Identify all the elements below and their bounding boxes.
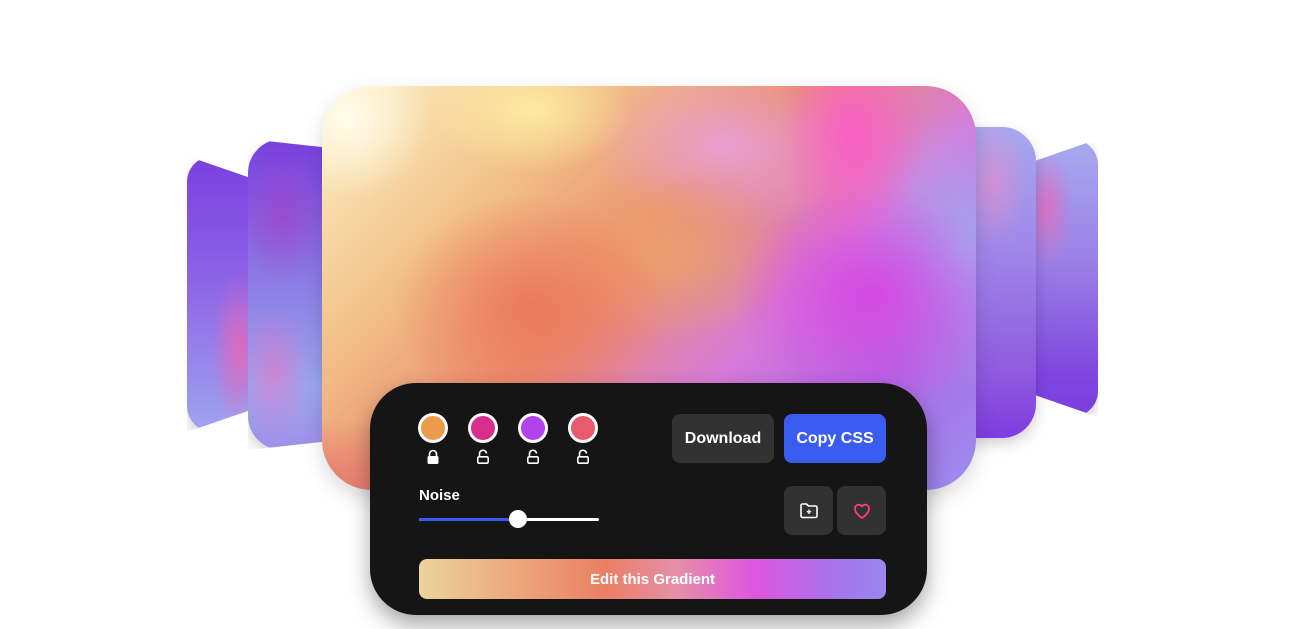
color-swatch[interactable] <box>568 413 598 443</box>
color-swatch[interactable] <box>518 413 548 443</box>
favorite-button[interactable] <box>837 486 886 535</box>
lock-open-icon[interactable] <box>475 449 491 465</box>
swatch-item <box>468 413 498 465</box>
lock-closed-icon[interactable] <box>425 449 441 465</box>
swatch-item <box>418 413 448 465</box>
lock-open-icon[interactable] <box>575 449 591 465</box>
swatch-item <box>568 413 598 465</box>
folder-plus-icon <box>799 502 818 518</box>
gradient-card-left-far[interactable] <box>187 156 251 432</box>
lock-open-icon[interactable] <box>525 449 541 465</box>
noise-slider-fill <box>419 518 518 521</box>
noise-slider[interactable] <box>419 509 599 529</box>
noise-slider-thumb[interactable] <box>509 510 527 528</box>
gradient-gallery: Download Copy CSS Noise Edit this Gradie… <box>0 0 1296 629</box>
copy-css-button[interactable]: Copy CSS <box>784 414 886 463</box>
download-button[interactable]: Download <box>672 414 774 463</box>
color-swatch[interactable] <box>418 413 448 443</box>
swatch-item <box>518 413 548 465</box>
noise-label: Noise <box>419 487 460 504</box>
gradient-control-panel: Download Copy CSS Noise Edit this Gradie… <box>370 383 927 615</box>
color-swatches <box>418 413 598 465</box>
heart-icon <box>853 503 870 519</box>
edit-gradient-button[interactable]: Edit this Gradient <box>419 559 886 599</box>
gradient-card-right-far[interactable] <box>1034 139 1098 417</box>
save-to-collection-button[interactable] <box>784 486 833 535</box>
color-swatch[interactable] <box>468 413 498 443</box>
